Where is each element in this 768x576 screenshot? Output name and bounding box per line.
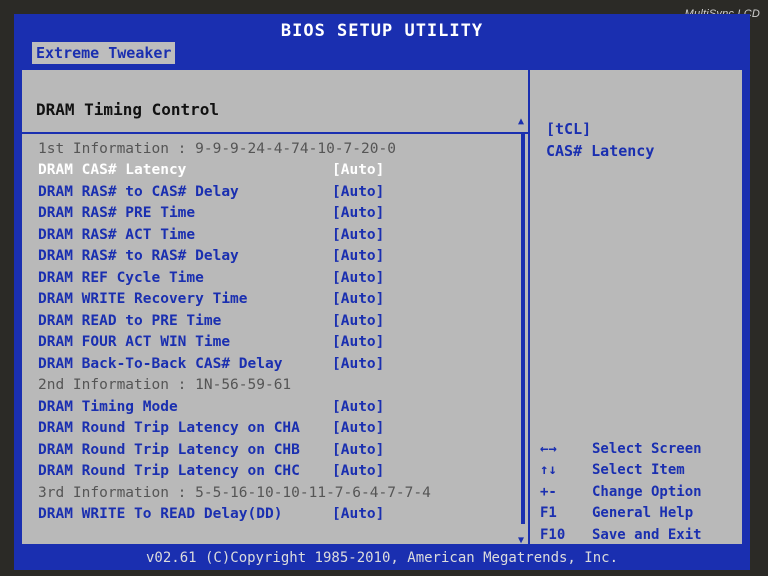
setting-row[interactable]: DRAM Round Trip Latency on CHC [Auto] [38,461,508,483]
setting-label: DRAM Round Trip Latency on CHB [38,441,300,458]
key-name: F1 [540,505,557,522]
setting-label: DRAM FOUR ACT WIN Time [38,334,231,351]
key-legend-row: F1 General Help [540,503,740,525]
setting-label: DRAM RAS# ACT Time [38,226,196,243]
setting-label: DRAM Round Trip Latency on CHA [38,420,300,437]
setting-row[interactable]: DRAM READ to PRE Time [Auto] [38,310,508,332]
setting-value[interactable]: [Auto] [332,270,402,286]
setting-row[interactable]: DRAM RAS# to CAS# Delay [Auto] [38,181,508,203]
info-text: 3rd Information : 5-5-16-10-10-11-7-6-4-… [38,484,431,501]
key-legend-row: +- Change Option [540,481,740,503]
setting-row[interactable]: DRAM RAS# ACT Time [Auto] [38,224,508,246]
info-text: 2nd Information : 1N-56-59-61 [38,377,292,394]
setting-row[interactable]: DRAM REF Cycle Time [Auto] [38,267,508,289]
setting-value[interactable]: [Auto] [332,356,402,372]
setting-row[interactable]: DRAM Round Trip Latency on CHB [Auto] [38,439,508,461]
key-name: ←→ [540,440,557,457]
setting-value[interactable]: [Auto] [332,442,402,458]
setting-row[interactable]: DRAM Back-To-Back CAS# Delay [Auto] [38,353,508,375]
settings-list: 1st Information : 9-9-9-24-4-74-10-7-20-… [38,138,508,525]
key-legend-row: F10 Save and Exit [540,524,740,546]
setting-value[interactable]: [Auto] [332,506,402,522]
info-row: 1st Information : 9-9-9-24-4-74-10-7-20-… [38,138,508,160]
setting-row[interactable]: DRAM RAS# PRE Time [Auto] [38,203,508,225]
info-text: 1st Information : 9-9-9-24-4-74-10-7-20-… [38,140,396,157]
setting-value[interactable]: [Auto] [332,291,402,307]
key-name: +- [540,483,557,500]
key-legend-row: ←→ Select Screen [540,438,740,460]
setting-label: DRAM READ to PRE Time [38,312,222,329]
setting-label: DRAM RAS# PRE Time [38,205,196,222]
setting-value[interactable]: [Auto] [332,162,402,178]
setting-value[interactable]: [Auto] [332,248,402,264]
setting-row[interactable]: DRAM CAS# Latency [Auto] [38,160,508,182]
setting-label: DRAM Timing Mode [38,398,178,415]
key-name: ↑↓ [540,462,557,479]
copyright-footer: v02.61 (C)Copyright 1985-2010, American … [14,546,750,570]
tab-bar: Extreme Tweaker [14,42,750,66]
settings-panel: DRAM Timing Control 1st Information : 9-… [22,70,530,546]
setting-value[interactable]: [Auto] [332,227,402,243]
setting-label: DRAM Round Trip Latency on CHC [38,463,300,480]
help-panel: [tCL] CAS# Latency ←→ Select Screen ↑↓ Sele… [532,70,742,564]
scrollbar[interactable]: ▲ ▼ [518,116,528,546]
setting-label: DRAM WRITE To READ Delay(DD) [38,506,283,523]
setting-value[interactable]: [Auto] [332,420,402,436]
key-description: Select Item [592,462,685,479]
setting-label: DRAM RAS# to RAS# Delay [38,248,239,265]
bios-title: BIOS SETUP UTILITY [280,21,484,41]
setting-value[interactable]: [Auto] [332,205,402,221]
key-description: Select Screen [592,440,702,457]
setting-label: DRAM RAS# to CAS# Delay [38,183,239,200]
key-description: General Help [592,505,694,522]
tab-extreme-tweaker[interactable]: Extreme Tweaker [32,42,176,64]
setting-row[interactable]: DRAM RAS# to RAS# Delay [Auto] [38,246,508,268]
setting-row[interactable]: DRAM Round Trip Latency on CHA [Auto] [38,418,508,440]
key-legend-row: ↑↓ Select Item [540,460,740,482]
section-divider [22,132,528,134]
help-description: CAS# Latency [546,142,655,160]
scroll-down-arrow-icon[interactable]: ▼ [518,535,524,546]
section-title: DRAM Timing Control [36,100,220,119]
setting-value[interactable]: [Auto] [332,313,402,329]
info-row: 2nd Information : 1N-56-59-61 [38,375,508,397]
bios-screen: BIOS SETUP UTILITY Extreme Tweaker DRAM … [14,14,750,570]
setting-value[interactable]: [Auto] [332,334,402,350]
content-area: DRAM Timing Control 1st Information : 9-… [20,68,744,564]
setting-label: DRAM Back-To-Back CAS# Delay [38,355,283,372]
info-row: 3rd Information : 5-5-16-10-10-11-7-6-4-… [38,482,508,504]
setting-row[interactable]: DRAM Timing Mode [Auto] [38,396,508,418]
key-description: Change Option [592,483,702,500]
scroll-up-arrow-icon[interactable]: ▲ [518,116,524,127]
setting-row[interactable]: DRAM WRITE Recovery Time [Auto] [38,289,508,311]
setting-row[interactable]: DRAM WRITE To READ Delay(DD) [Auto] [38,504,508,526]
key-name: F10 [540,526,566,543]
setting-label: DRAM CAS# Latency [38,162,187,179]
scroll-track[interactable] [521,132,525,524]
setting-value[interactable]: [Auto] [332,399,402,415]
key-description: Save and Exit [592,526,702,543]
setting-value[interactable]: [Auto] [332,463,402,479]
setting-value[interactable]: [Auto] [332,184,402,200]
setting-label: DRAM REF Cycle Time [38,269,204,286]
setting-label: DRAM WRITE Recovery Time [38,291,248,308]
help-tag: [tCL] [546,120,592,138]
setting-row[interactable]: DRAM FOUR ACT WIN Time [Auto] [38,332,508,354]
